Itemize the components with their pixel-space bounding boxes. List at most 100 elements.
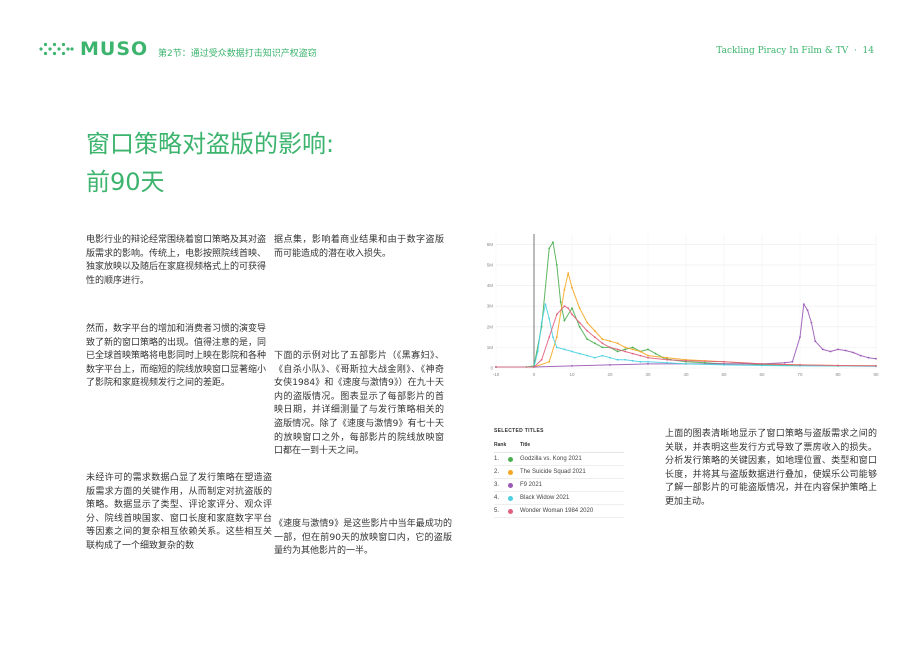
data-point [609, 346, 611, 349]
data-point [647, 356, 649, 359]
muso-dots-icon [39, 42, 74, 56]
data-point [601, 354, 604, 357]
legend-row: 2. The Suicide Squad 2021 [494, 466, 624, 479]
data-point [624, 346, 627, 349]
data-point [761, 363, 763, 365]
data-point [799, 364, 801, 366]
legend-title: The Suicide Squad 2021 [520, 469, 586, 475]
y-tick-label: 5M [487, 262, 494, 267]
data-point [616, 342, 619, 345]
data-point [624, 358, 627, 361]
data-point [601, 342, 604, 345]
data-point [578, 352, 581, 355]
data-point [593, 336, 596, 338]
data-point [810, 321, 813, 324]
data-point [654, 352, 657, 355]
data-point [495, 366, 497, 368]
data-point [609, 340, 611, 343]
x-tick-label: 30 [645, 372, 651, 377]
x-tick-label: 80 [835, 372, 841, 377]
data-point [567, 272, 570, 275]
running-title: Tackling Piracy In Film & TV · 14 [716, 46, 874, 56]
legend-color-dot [508, 495, 513, 501]
x-tick-label: 0 [533, 372, 536, 377]
data-point [666, 356, 668, 359]
data-point [555, 264, 558, 266]
y-tick-label: 0 [490, 366, 493, 371]
legend-title: Wonder Woman 1984 2020 [520, 508, 594, 514]
data-point [555, 346, 558, 349]
data-point [837, 348, 839, 351]
data-point [631, 359, 634, 362]
legend-row: 3. F9 2021 [494, 479, 624, 492]
data-point [544, 303, 547, 305]
data-point [631, 348, 634, 351]
data-point [875, 365, 877, 367]
data-point [639, 350, 642, 353]
page-title-line-1: 窗口策略对盗版的影响: [86, 130, 335, 158]
x-tick-label: -10 [493, 372, 500, 377]
data-point [647, 363, 649, 365]
data-point [586, 354, 589, 357]
running-title-text: Tackling Piracy In Film & TV [716, 46, 849, 56]
chapter-label: 第2节：通过受众数据打击知识产权盗窃 [158, 49, 317, 59]
selected-titles-legend: SELECTED TITLES Rank Title 1. Godzilla v… [494, 428, 624, 518]
data-point [647, 360, 649, 363]
data-point [685, 363, 687, 365]
data-point [624, 350, 627, 353]
y-tick-label: 3M [487, 304, 494, 309]
data-point [578, 325, 581, 328]
y-tick-label: 2M [487, 324, 494, 329]
data-point [609, 356, 611, 359]
body-paragraph-5: 下面的示例对比了五部影片（《黑寡妇》、《自杀小队》、《哥斯拉大战金刚》、《神奇女… [274, 351, 444, 457]
data-point [616, 358, 619, 361]
data-point [571, 307, 573, 310]
data-point [837, 364, 839, 367]
legend-row: 5. Wonder Woman 1984 2020 [494, 505, 624, 518]
legend-rank: 2. [494, 469, 500, 475]
data-point [666, 361, 668, 364]
data-point [624, 348, 627, 351]
data-point [571, 286, 573, 289]
data-point [859, 354, 862, 357]
data-point [567, 307, 570, 310]
data-point [586, 338, 589, 340]
legend-heading: SELECTED TITLES [494, 428, 544, 434]
data-point [791, 360, 794, 363]
data-point [799, 336, 801, 338]
data-point [844, 349, 847, 352]
data-point [586, 330, 589, 332]
body-paragraph-2: 然而，数字平台的增加和消费者习惯的演变导致了新的窗口策略的出现。值得注意的是，同… [86, 324, 267, 389]
data-point [852, 351, 855, 354]
legend-rank: 3. [494, 482, 500, 488]
data-point [571, 350, 573, 353]
legend-rank-header: Rank [494, 442, 507, 448]
x-tick-label: 10 [569, 372, 575, 377]
data-point [821, 348, 824, 351]
body-paragraph-3: 未经许可的需求数据凸显了发行策略在塑造盗版需求方面的关键作用，从而制定对抗盗版的… [86, 473, 272, 551]
body-paragraph-7: 上面的图表清晰地显示了窗口策略与盗版需求之间的关联，并表明这些发行方式导致了票房… [665, 429, 877, 507]
data-point [548, 360, 551, 363]
y-tick-label: 4M [487, 283, 494, 288]
data-point [548, 317, 551, 320]
brand-name: MUSO [80, 38, 149, 60]
data-point [533, 366, 535, 368]
data-point [555, 313, 558, 316]
data-point [616, 350, 619, 353]
data-point [578, 321, 581, 324]
page-title: 窗口策略对盗版的影响: 前90天 [86, 125, 334, 201]
legend-row: 1. Godzilla vs. Kong 2021 [494, 453, 624, 466]
data-point [593, 330, 596, 332]
x-tick-label: 40 [683, 372, 689, 377]
data-point [609, 364, 611, 366]
data-point [559, 301, 562, 303]
data-point [867, 356, 870, 359]
data-point [563, 288, 566, 291]
data-point [761, 364, 763, 367]
data-point [578, 307, 581, 310]
data-point [552, 336, 554, 338]
data-point [723, 364, 725, 366]
data-point [647, 348, 649, 351]
data-point [563, 305, 566, 308]
data-point [540, 321, 543, 324]
